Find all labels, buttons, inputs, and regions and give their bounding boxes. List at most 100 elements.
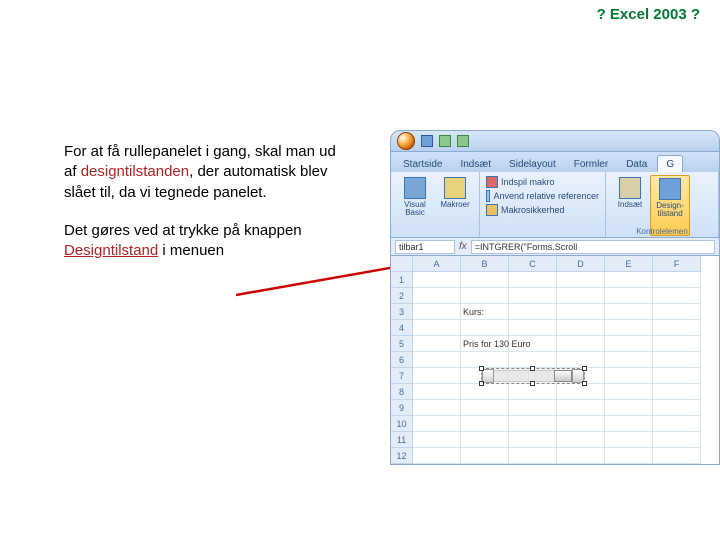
cell[interactable] bbox=[509, 272, 557, 288]
col-C[interactable]: C bbox=[509, 256, 557, 272]
cell[interactable] bbox=[653, 432, 701, 448]
resize-handle[interactable] bbox=[479, 381, 484, 386]
cell[interactable] bbox=[461, 448, 509, 464]
cell[interactable] bbox=[509, 320, 557, 336]
cell[interactable] bbox=[461, 416, 509, 432]
cell[interactable] bbox=[557, 288, 605, 304]
cell[interactable] bbox=[413, 304, 461, 320]
record-macro-button[interactable]: Indspil makro bbox=[484, 175, 601, 189]
select-all-corner[interactable] bbox=[391, 256, 413, 272]
cell[interactable] bbox=[509, 432, 557, 448]
cell[interactable] bbox=[413, 416, 461, 432]
cell[interactable] bbox=[461, 352, 509, 368]
scroll-thumb[interactable] bbox=[554, 370, 572, 382]
cell[interactable] bbox=[653, 272, 701, 288]
cell[interactable] bbox=[605, 384, 653, 400]
cell[interactable] bbox=[509, 384, 557, 400]
cell[interactable] bbox=[413, 336, 461, 352]
resize-handle[interactable] bbox=[479, 366, 484, 371]
cell[interactable] bbox=[413, 352, 461, 368]
scroll-track[interactable] bbox=[494, 370, 554, 382]
cell[interactable] bbox=[653, 384, 701, 400]
cell[interactable] bbox=[413, 272, 461, 288]
tab-formler[interactable]: Formler bbox=[566, 156, 616, 172]
cell[interactable] bbox=[605, 432, 653, 448]
col-E[interactable]: E bbox=[605, 256, 653, 272]
cell[interactable]: Pris for 130 Euro bbox=[461, 336, 509, 352]
cell[interactable] bbox=[557, 336, 605, 352]
cell[interactable] bbox=[461, 272, 509, 288]
row-header[interactable]: 4 bbox=[391, 320, 413, 336]
cell[interactable] bbox=[557, 448, 605, 464]
cell[interactable] bbox=[509, 400, 557, 416]
row-header[interactable]: 11 bbox=[391, 432, 413, 448]
row-header[interactable]: 6 bbox=[391, 352, 413, 368]
cell[interactable] bbox=[653, 336, 701, 352]
cell[interactable] bbox=[461, 320, 509, 336]
cell[interactable] bbox=[557, 432, 605, 448]
cell[interactable] bbox=[653, 416, 701, 432]
cell[interactable] bbox=[653, 288, 701, 304]
redo-icon[interactable] bbox=[457, 135, 469, 147]
cell[interactable] bbox=[605, 336, 653, 352]
cell[interactable] bbox=[653, 400, 701, 416]
cell[interactable] bbox=[605, 272, 653, 288]
cell[interactable] bbox=[509, 304, 557, 320]
cell[interactable] bbox=[605, 304, 653, 320]
scrollbar-control[interactable] bbox=[481, 368, 585, 384]
cell[interactable] bbox=[605, 320, 653, 336]
cell[interactable] bbox=[557, 320, 605, 336]
cell[interactable] bbox=[605, 352, 653, 368]
name-box[interactable]: tilbar1 bbox=[395, 240, 455, 254]
fx-icon[interactable]: fx bbox=[459, 241, 467, 252]
tab-startside[interactable]: Startside bbox=[395, 156, 450, 172]
cell[interactable] bbox=[413, 400, 461, 416]
cell[interactable] bbox=[461, 288, 509, 304]
save-icon[interactable] bbox=[421, 135, 433, 147]
cell[interactable] bbox=[653, 320, 701, 336]
cell[interactable] bbox=[557, 272, 605, 288]
cell[interactable] bbox=[605, 400, 653, 416]
visual-basic-button[interactable]: Visual Basic bbox=[395, 175, 435, 236]
col-D[interactable]: D bbox=[557, 256, 605, 272]
cell[interactable] bbox=[605, 448, 653, 464]
col-F[interactable]: F bbox=[653, 256, 701, 272]
cell[interactable] bbox=[413, 432, 461, 448]
row-header[interactable]: 5 bbox=[391, 336, 413, 352]
cell[interactable] bbox=[653, 304, 701, 320]
undo-icon[interactable] bbox=[439, 135, 451, 147]
cell[interactable] bbox=[413, 384, 461, 400]
resize-handle[interactable] bbox=[582, 366, 587, 371]
cell[interactable] bbox=[557, 352, 605, 368]
resize-handle[interactable] bbox=[582, 381, 587, 386]
resize-handle[interactable] bbox=[530, 381, 535, 386]
office-button[interactable] bbox=[397, 132, 415, 150]
row-header[interactable]: 8 bbox=[391, 384, 413, 400]
tab-indsaet[interactable]: Indsæt bbox=[452, 156, 499, 172]
cell[interactable] bbox=[653, 368, 701, 384]
cell[interactable] bbox=[461, 432, 509, 448]
relative-refs-button[interactable]: Anvend relative referencer bbox=[484, 189, 601, 203]
row-header[interactable]: 1 bbox=[391, 272, 413, 288]
col-A[interactable]: A bbox=[413, 256, 461, 272]
row-header[interactable]: 3 bbox=[391, 304, 413, 320]
cell[interactable] bbox=[509, 288, 557, 304]
macro-security-button[interactable]: Makrosikkerhed bbox=[484, 203, 601, 217]
cell[interactable] bbox=[413, 368, 461, 384]
cell[interactable]: Kurs: bbox=[461, 304, 509, 320]
row-header[interactable]: 7 bbox=[391, 368, 413, 384]
row-header[interactable]: 2 bbox=[391, 288, 413, 304]
tab-data[interactable]: Data bbox=[618, 156, 655, 172]
col-B[interactable]: B bbox=[461, 256, 509, 272]
formula-bar[interactable]: =INTGRER("Forms.Scroll bbox=[471, 240, 715, 254]
cell[interactable] bbox=[509, 336, 557, 352]
cell[interactable] bbox=[557, 304, 605, 320]
cell[interactable] bbox=[509, 448, 557, 464]
cell[interactable] bbox=[509, 416, 557, 432]
cell[interactable] bbox=[653, 352, 701, 368]
row-header[interactable]: 10 bbox=[391, 416, 413, 432]
cell[interactable] bbox=[557, 400, 605, 416]
cell[interactable] bbox=[413, 320, 461, 336]
cell[interactable] bbox=[557, 416, 605, 432]
tab-developer[interactable]: G bbox=[657, 155, 683, 172]
